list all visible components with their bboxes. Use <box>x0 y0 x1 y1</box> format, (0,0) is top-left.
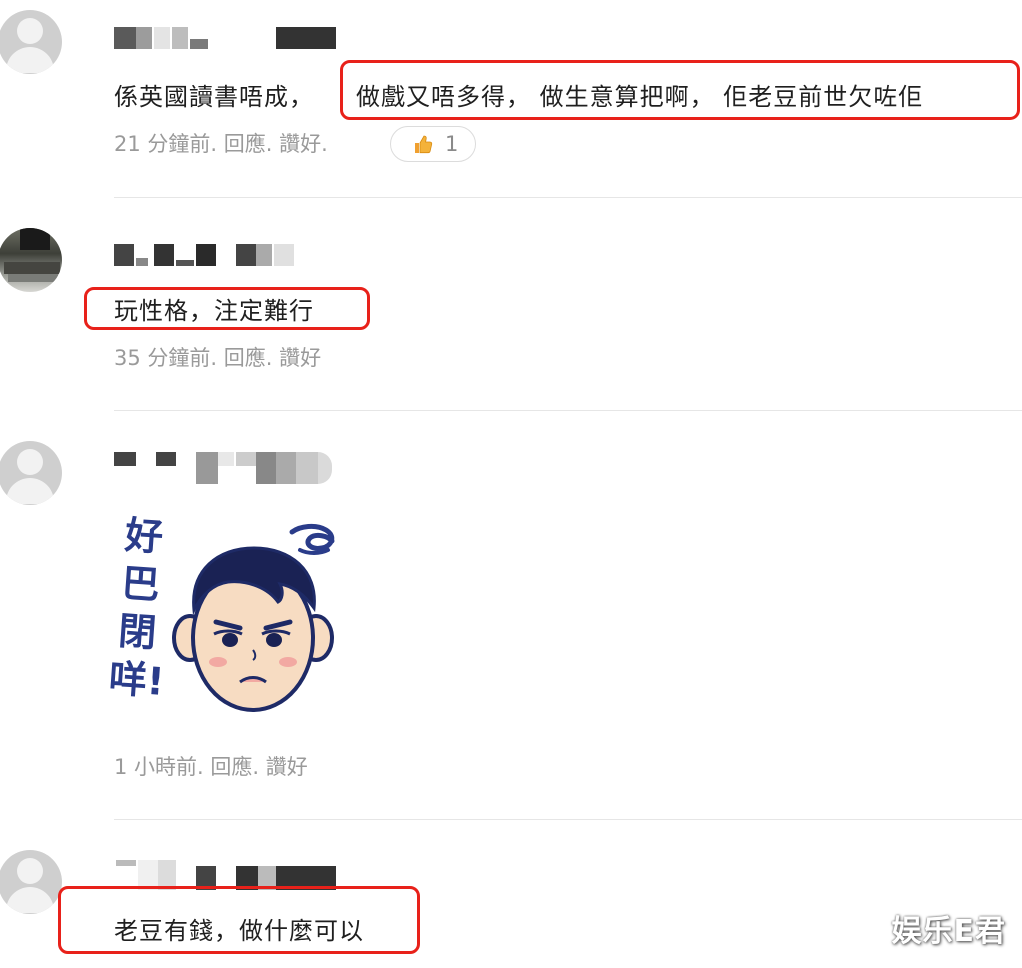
watermark: 娱乐E君 <box>891 914 1006 949</box>
comment-meta: 1 小時前. 回應. 讚好 <box>114 753 308 781</box>
divider <box>114 410 1022 411</box>
reply-link[interactable]: 回應 <box>224 344 266 372</box>
comment-text-plain: 係英國讀書唔成， <box>114 83 314 111</box>
divider <box>114 197 1022 198</box>
like-count: 1 <box>445 132 459 156</box>
reply-link[interactable]: 回應 <box>224 130 266 158</box>
avatar[interactable] <box>0 850 62 914</box>
like-link[interactable]: 讚好 <box>279 130 321 158</box>
divider <box>114 819 1022 820</box>
comment-text: 係英國讀書唔成， <box>114 80 314 114</box>
timestamp: 35 分鐘前 <box>114 346 211 370</box>
avatar[interactable] <box>0 10 62 74</box>
sticker-face-icon <box>172 523 335 712</box>
comment-meta: 35 分鐘前. 回應. 讚好 <box>114 344 322 372</box>
highlight-box <box>340 60 1020 120</box>
highlight-box <box>58 886 420 954</box>
avatar[interactable] <box>0 228 62 292</box>
username-blurred[interactable] <box>114 858 344 890</box>
thumbs-up-icon <box>415 135 433 154</box>
username-blurred[interactable] <box>114 27 344 49</box>
highlight-box <box>84 287 370 330</box>
like-link[interactable]: 讚好 <box>279 344 321 372</box>
avatar[interactable] <box>0 441 62 505</box>
reply-link[interactable]: 回應 <box>210 753 252 781</box>
timestamp: 21 分鐘前 <box>114 132 211 156</box>
username-blurred[interactable] <box>114 452 334 484</box>
like-count-pill[interactable]: 1 <box>390 126 476 162</box>
like-link[interactable]: 讚好 <box>266 753 308 781</box>
timestamp: 1 小時前 <box>114 755 198 779</box>
comment-meta: 21 分鐘前. 回應. 讚好. <box>114 130 328 158</box>
username-blurred[interactable] <box>114 244 314 266</box>
